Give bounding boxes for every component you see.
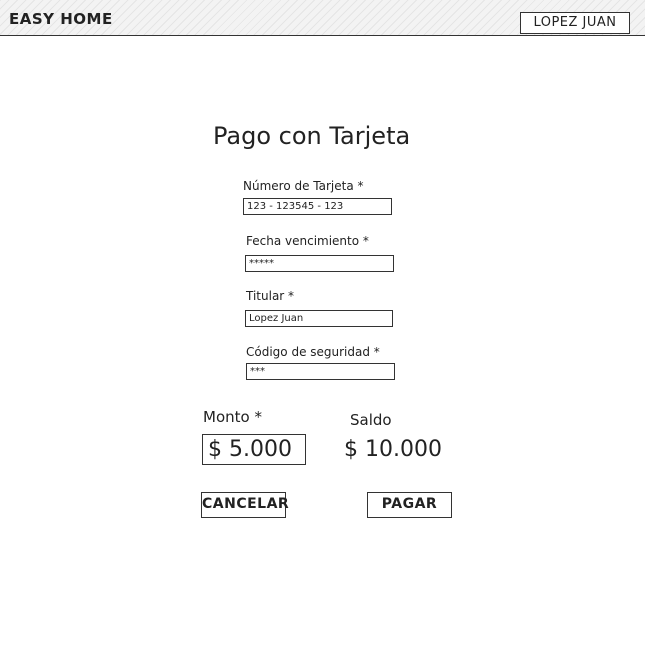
holder-label: Titular *	[246, 289, 295, 303]
user-menu-button[interactable]: LOPEZ JUAN	[520, 12, 630, 34]
page-title: Pago con Tarjeta	[213, 122, 411, 150]
card-number-label: Número de Tarjeta *	[243, 179, 364, 193]
cancel-button[interactable]: CANCELAR	[201, 492, 289, 518]
card-number-input[interactable]	[243, 198, 392, 215]
pay-button[interactable]: PAGAR	[367, 492, 452, 518]
holder-input[interactable]	[245, 310, 393, 327]
monto-input[interactable]: $ 5.000	[202, 434, 306, 465]
saldo-value: $ 10.000	[344, 437, 442, 462]
saldo-label: Saldo	[350, 411, 392, 429]
expiry-input[interactable]	[245, 255, 394, 272]
top-bar: EASY HOME LOPEZ JUAN	[0, 0, 645, 36]
monto-label: Monto *	[203, 408, 262, 426]
brand-logo[interactable]: EASY HOME	[9, 10, 113, 28]
expiry-label: Fecha vencimiento *	[246, 234, 369, 248]
security-code-input[interactable]	[246, 363, 395, 380]
security-code-label: Código de seguridad *	[246, 345, 380, 359]
